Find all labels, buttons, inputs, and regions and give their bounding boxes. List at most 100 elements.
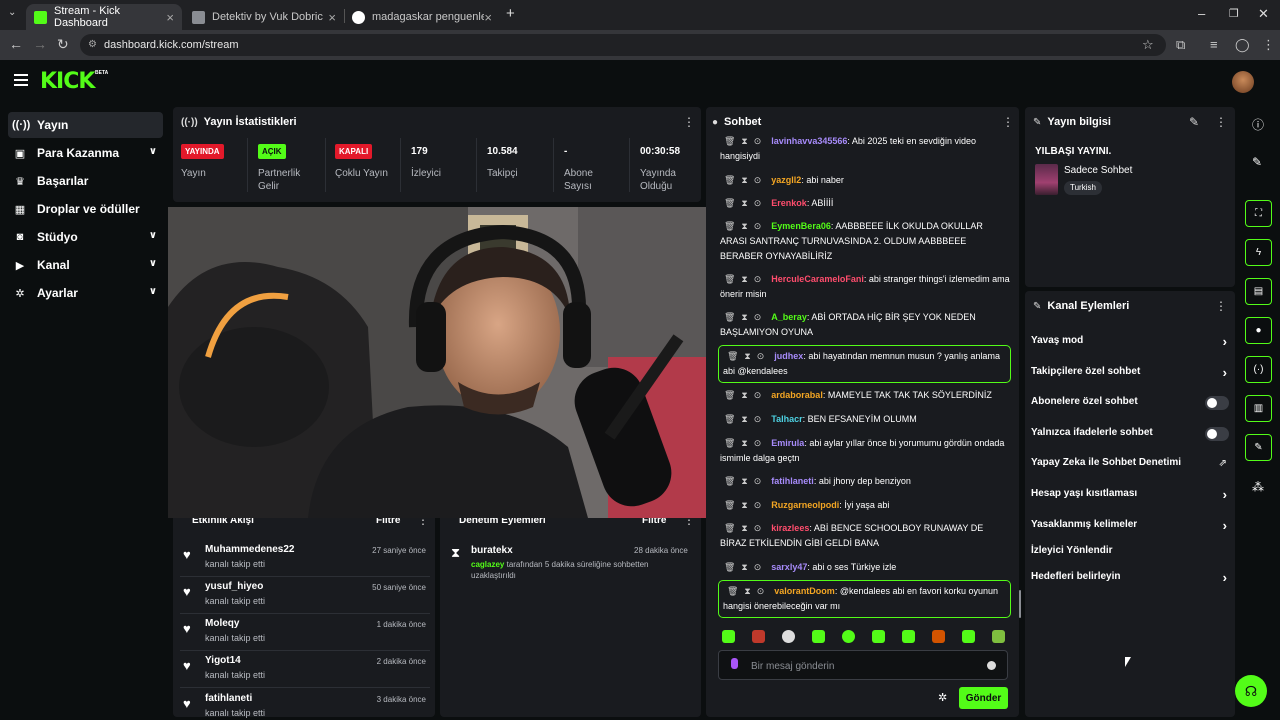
edit-icon[interactable]: ✎	[1252, 155, 1262, 169]
close-window-icon[interactable]: ✕	[1258, 6, 1269, 22]
sidebar-item-yayin[interactable]: ((·)) Yayın	[8, 112, 163, 138]
moderation-widget-button[interactable]: ▥	[1245, 395, 1272, 422]
chat-username[interactable]: judhex	[774, 351, 803, 361]
emote-icon[interactable]	[962, 630, 975, 643]
close-tab-icon[interactable]: ×	[166, 10, 174, 25]
chat-username[interactable]: fatihlaneti	[771, 476, 814, 486]
browser-tab-madagaskar[interactable]: madagaskar penguenleri peng… ×	[344, 4, 500, 30]
subscribers-only-toggle[interactable]	[1205, 396, 1229, 410]
emote-icon[interactable]	[752, 630, 765, 643]
emoji-picker-icon[interactable]	[987, 661, 996, 670]
more-options-icon[interactable]: ⋮	[1002, 115, 1014, 129]
chat-settings-icon[interactable]: ✲	[938, 691, 947, 704]
chat-username[interactable]: sarxly47	[771, 562, 807, 572]
action-raid-viewers[interactable]: İzleyici Yönlendir	[1031, 545, 1229, 565]
chat-username[interactable]: yazgll2	[771, 175, 801, 185]
moderation-tools-icons[interactable]: 🗑⧗⊙	[724, 414, 767, 424]
chat-scrollbar[interactable]	[1019, 590, 1021, 618]
chat-widget-button[interactable]: ●	[1245, 317, 1272, 344]
sidebar-item-droplar[interactable]: ▦ Droplar ve ödüller	[8, 196, 163, 222]
moderator-name[interactable]: caglazey	[471, 560, 504, 569]
chat-username[interactable]: lavinhavva345566	[771, 136, 847, 146]
chat-username[interactable]: HerculeCarameloFani	[771, 274, 864, 284]
emote-icon[interactable]	[812, 630, 825, 643]
stream-preview-video[interactable]	[168, 207, 717, 518]
chat-username[interactable]: Ruzgarneolpodi	[771, 500, 839, 510]
action-banned-words[interactable]: Yasaklanmış kelimeler ›	[1031, 518, 1229, 539]
new-tab-button[interactable]: +	[506, 5, 515, 22]
user-avatar[interactable]	[1232, 71, 1254, 93]
widgets-icon[interactable]: ⁂	[1252, 480, 1264, 494]
chat-username[interactable]: Erenkok	[771, 198, 807, 208]
sidebar-item-studyo[interactable]: ◙ Stüdyo ∨	[8, 224, 163, 250]
microphone-icon[interactable]	[731, 658, 738, 669]
action-account-age[interactable]: Hesap yaşı kısıtlaması ›	[1031, 487, 1229, 508]
moderation-tools-icons[interactable]: 🗑⧗⊙	[724, 390, 767, 400]
action-ai-moderation[interactable]: Yapay Zeka ile Sohbet Denetimi ⇗	[1031, 457, 1229, 477]
more-options-icon[interactable]: ⋮	[1215, 299, 1227, 313]
browser-tab-detektiv[interactable]: Detektiv by Vuk Dobric ×	[184, 4, 344, 30]
broadcast-widget-button[interactable]: (·)	[1245, 356, 1272, 383]
moderation-tools-icons[interactable]: 🗑⧗⊙	[724, 500, 767, 510]
profile-icon[interactable]: ◯	[1235, 37, 1250, 53]
moderation-tools-icons[interactable]: 🗑⧗⊙	[724, 476, 767, 486]
tab-search-icon[interactable]: ⌄	[8, 7, 16, 18]
chat-username[interactable]: kirazlees	[771, 523, 809, 533]
forward-icon[interactable]: →	[33, 36, 47, 52]
moderation-tools-icons[interactable]: 🗑⧗⊙	[724, 274, 767, 284]
moderation-tools-icons[interactable]: 🗑⧗⊙	[724, 136, 767, 146]
moderation-tools-icons[interactable]: 🗑⧗⊙	[724, 523, 767, 533]
help-support-button[interactable]: ☊	[1235, 675, 1267, 707]
browser-menu-icon[interactable]: ⋮	[1262, 37, 1275, 53]
emotes-only-toggle[interactable]	[1205, 427, 1229, 441]
sidebar-item-kanal[interactable]: ▶ Kanal ∨	[8, 252, 163, 278]
action-followers-only[interactable]: Takipçilere özel sohbet ›	[1031, 365, 1229, 386]
edit-icon[interactable]: ✎	[1189, 115, 1199, 129]
notes-widget-button[interactable]: ▤	[1245, 278, 1272, 305]
follower-name[interactable]: Moleqy	[205, 618, 239, 629]
more-options-icon[interactable]: ⋮	[683, 115, 695, 129]
info-icon[interactable]: ⓘ	[1252, 116, 1264, 133]
action-set-goals[interactable]: Hedefleri belirleyin ›	[1031, 570, 1229, 591]
chat-username[interactable]: A_beray	[771, 312, 807, 322]
emote-icon[interactable]	[932, 630, 945, 643]
moderated-user[interactable]: buratekx	[471, 545, 513, 556]
category-thumbnail[interactable]	[1035, 164, 1058, 195]
media-control-icon[interactable]: ≡	[1210, 37, 1218, 52]
chat-username[interactable]: EymenBera06	[771, 221, 831, 231]
more-options-icon[interactable]: ⋮	[1215, 115, 1227, 129]
moderation-tools-icons[interactable]: 🗑⧗⊙	[724, 198, 767, 208]
menu-icon[interactable]	[14, 74, 28, 86]
category-name[interactable]: Sadece Sohbet	[1064, 165, 1132, 176]
emote-icon[interactable]	[722, 630, 735, 643]
reload-icon[interactable]: ↻	[57, 36, 69, 53]
chat-username[interactable]: Talhacr	[771, 414, 802, 424]
camera-widget-button[interactable]: ⛶	[1245, 200, 1272, 227]
moderation-tools-icons[interactable]: 🗑⧗⊙	[724, 438, 767, 448]
minimize-icon[interactable]: –	[1198, 6, 1205, 21]
send-button[interactable]: Gönder	[959, 687, 1008, 709]
wrench-widget-button[interactable]: ✎	[1245, 434, 1272, 461]
follower-name[interactable]: Yigot14	[205, 655, 241, 666]
chat-message-input[interactable]	[751, 658, 971, 674]
moderation-tools-icons[interactable]: 🗑⧗⊙	[724, 221, 767, 231]
chat-username[interactable]: valorantDoom	[774, 586, 835, 596]
moderation-tools-icons[interactable]: 🗑⧗⊙	[724, 312, 767, 322]
emote-icon[interactable]	[872, 630, 885, 643]
restore-icon[interactable]: ❐	[1229, 7, 1239, 20]
follower-name[interactable]: yusuf_hiyeo	[205, 581, 263, 592]
emote-icon[interactable]	[992, 630, 1005, 643]
emote-icon[interactable]	[842, 630, 855, 643]
moderation-tools-icons[interactable]: 🗑⧗⊙	[724, 562, 767, 572]
extensions-icon[interactable]: ⧉	[1176, 37, 1185, 53]
moderation-tools-icons[interactable]: 🗑⧗⊙	[724, 175, 767, 185]
emote-icon[interactable]	[782, 630, 795, 643]
sidebar-item-ayarlar[interactable]: ✲ Ayarlar ∨	[8, 280, 163, 306]
close-tab-icon[interactable]: ×	[328, 10, 336, 25]
follower-name[interactable]: fatihlaneti	[205, 693, 252, 704]
moderation-tools-icons[interactable]: 🗑⧗⊙	[727, 351, 770, 361]
kick-logo[interactable]: KICK	[40, 69, 95, 94]
browser-tab-kick-dashboard[interactable]: Stream - Kick Dashboard ×	[26, 4, 182, 30]
chat-username[interactable]: ardaborabal	[771, 390, 823, 400]
bookmark-star-icon[interactable]: ☆	[1142, 37, 1154, 53]
